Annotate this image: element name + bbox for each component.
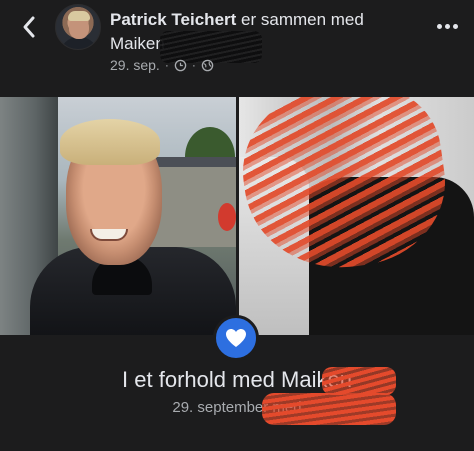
chevron-left-icon — [23, 16, 35, 38]
more-options-button[interactable] — [430, 16, 464, 36]
tagged-line: Maiken — [110, 33, 165, 54]
action-text: er sammen med — [236, 10, 364, 29]
life-event-badge — [213, 315, 259, 361]
meta-separator: · — [164, 58, 169, 72]
tagged-name[interactable]: Maiken — [110, 34, 165, 53]
redaction-scribble-subtitle — [262, 393, 396, 425]
photo-right[interactable] — [239, 97, 474, 335]
post-meta: 29. sep. · · — [110, 57, 214, 73]
relationship-photos[interactable] — [0, 97, 474, 335]
photo-left[interactable] — [0, 97, 236, 335]
globe-icon[interactable] — [201, 59, 214, 72]
clock-icon — [174, 59, 187, 71]
back-button[interactable] — [14, 12, 44, 42]
post-view: Patrick Teichert er sammen med Maiken 29… — [0, 0, 474, 451]
life-event-subtitle: 29. september med — [172, 399, 302, 416]
more-horizontal-icon — [436, 23, 442, 29]
post-header: Patrick Teichert er sammen med Maiken 29… — [0, 0, 474, 96]
author-name[interactable]: Patrick Teichert — [110, 10, 236, 29]
post-date[interactable]: 29. sep. — [110, 57, 160, 73]
avatar[interactable] — [55, 4, 101, 50]
post-title: Patrick Teichert er sammen med — [110, 9, 410, 30]
heart-icon — [226, 329, 246, 347]
redaction-scribble-title — [322, 367, 396, 395]
meta-separator-2: · — [191, 58, 196, 72]
life-event-title: I et forhold med Maiken — [122, 367, 352, 392]
